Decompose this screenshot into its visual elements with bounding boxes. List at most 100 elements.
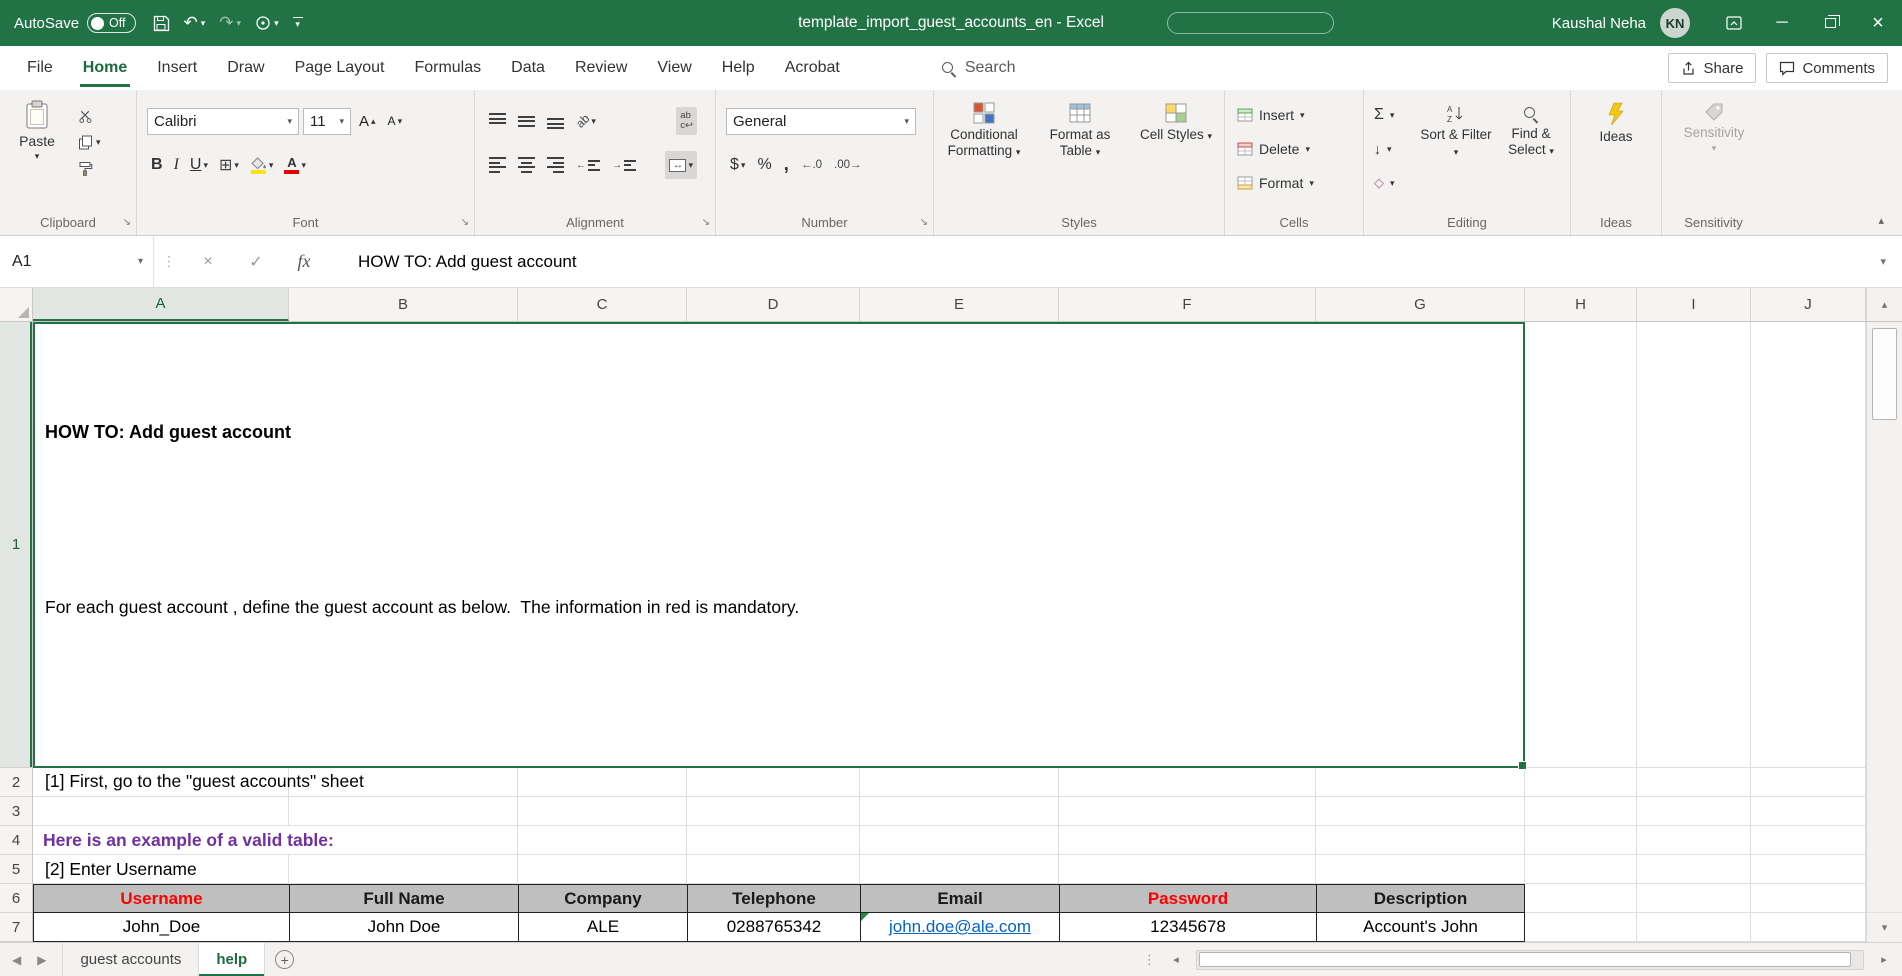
column-header-d[interactable]: D xyxy=(687,288,860,321)
tab-home[interactable]: Home xyxy=(68,46,142,90)
cell[interactable] xyxy=(1751,855,1866,884)
name-box[interactable]: A1 ▾ xyxy=(0,236,154,287)
redo-button[interactable]: ↷ ▾ xyxy=(214,7,246,39)
column-header-g[interactable]: G xyxy=(1316,288,1525,321)
tab-formulas[interactable]: Formulas xyxy=(399,46,496,90)
cell[interactable] xyxy=(1637,884,1751,913)
bottom-align-button[interactable] xyxy=(543,107,568,135)
cell-styles-button[interactable]: Cell Styles ▾ xyxy=(1130,102,1222,143)
tab-splitter-handle[interactable]: ⋮ xyxy=(1143,952,1156,968)
italic-button[interactable]: I xyxy=(170,151,183,179)
ideas-button[interactable]: Ideas xyxy=(1581,102,1651,145)
find-select-button[interactable]: Find & Select ▾ xyxy=(1496,106,1566,158)
comments-button[interactable]: Comments xyxy=(1766,53,1888,83)
row-header-4[interactable]: 4 xyxy=(0,826,32,855)
table-cell-company[interactable]: ALE xyxy=(518,913,687,942)
horizontal-scrollbar[interactable] xyxy=(1196,950,1864,970)
accounting-format-button[interactable]: $ ▾ xyxy=(726,151,749,179)
merge-center-button[interactable]: ↔ ▾ xyxy=(665,151,697,179)
tab-review[interactable]: Review xyxy=(560,46,642,90)
tab-page-layout[interactable]: Page Layout xyxy=(280,46,400,90)
column-header-b[interactable]: B xyxy=(289,288,518,321)
share-button[interactable]: Share xyxy=(1668,53,1756,83)
orientation-button[interactable]: ab ▾ xyxy=(572,107,600,135)
row-header-7[interactable]: 7 xyxy=(0,913,32,942)
search-box[interactable]: Search xyxy=(941,59,1016,77)
sheet-tab-help[interactable]: help xyxy=(199,943,265,976)
format-cells-button[interactable]: Format ▾ xyxy=(1237,170,1314,196)
cell[interactable] xyxy=(1525,884,1637,913)
next-sheet-button[interactable]: ▶ xyxy=(37,953,46,967)
column-header-i[interactable]: I xyxy=(1637,288,1751,321)
horizontal-scrollbar-thumb[interactable] xyxy=(1199,952,1851,967)
row-header-3[interactable]: 3 xyxy=(0,797,32,826)
delete-cells-button[interactable]: Delete ▾ xyxy=(1237,136,1310,162)
fill-color-button[interactable]: ▾ xyxy=(246,151,278,179)
tab-draw[interactable]: Draw xyxy=(212,46,279,90)
column-header-e[interactable]: E xyxy=(860,288,1059,321)
row-header-6[interactable]: 6 xyxy=(0,884,32,913)
touch-mode-button[interactable]: ▾ xyxy=(250,7,284,39)
font-color-button[interactable]: A ▾ xyxy=(280,151,310,179)
row-header-1[interactable]: 1 xyxy=(0,322,32,768)
tab-view[interactable]: View xyxy=(642,46,706,90)
cut-button[interactable] xyxy=(78,106,101,126)
tab-file[interactable]: File xyxy=(12,46,68,90)
table-cell-email[interactable]: john.doe@ale.com xyxy=(860,913,1059,942)
fill-button[interactable]: ↓ ▾ xyxy=(1374,136,1392,162)
vertical-scrollbar-thumb[interactable] xyxy=(1872,328,1897,420)
minimize-button[interactable]: ─ xyxy=(1758,0,1806,46)
restore-button[interactable] xyxy=(1806,0,1854,46)
borders-button[interactable]: ⊞ ▾ xyxy=(215,151,243,179)
table-cell-username[interactable]: John_Doe xyxy=(33,913,289,942)
cell[interactable] xyxy=(1637,322,1751,768)
undo-button[interactable]: ↶ ▾ xyxy=(179,7,211,39)
table-cell-password[interactable]: 12345678 xyxy=(1059,913,1316,942)
align-left-button[interactable] xyxy=(485,151,510,179)
column-header-j[interactable]: J xyxy=(1751,288,1866,321)
row-header-2[interactable]: 2 xyxy=(0,768,32,797)
middle-align-button[interactable] xyxy=(514,107,539,135)
cell[interactable] xyxy=(1751,913,1866,942)
cell[interactable] xyxy=(1751,768,1866,797)
cell[interactable] xyxy=(1751,322,1866,768)
align-right-button[interactable] xyxy=(543,151,568,179)
cell[interactable] xyxy=(1637,855,1751,884)
column-header-f[interactable]: F xyxy=(1059,288,1316,321)
formula-input[interactable]: HOW TO: Add guest account xyxy=(358,252,577,272)
sheet-tab-guest-accounts[interactable]: guest accounts xyxy=(62,943,199,976)
number-format-combo[interactable]: General ▾ xyxy=(726,108,916,135)
titlebar-search-pill[interactable] xyxy=(1167,12,1334,34)
increase-font-size-button[interactable]: A ▴ xyxy=(355,107,380,135)
decrease-decimal-button[interactable]: .00→ xyxy=(830,151,866,179)
cell[interactable] xyxy=(1751,797,1866,826)
percent-style-button[interactable]: % xyxy=(753,151,775,179)
cell[interactable] xyxy=(1525,768,1637,797)
cell[interactable] xyxy=(1751,826,1866,855)
column-header-c[interactable]: C xyxy=(518,288,687,321)
tab-help[interactable]: Help xyxy=(707,46,770,90)
expand-formula-bar-button[interactable]: ▾ xyxy=(1880,255,1902,268)
scroll-down-button[interactable]: ▾ xyxy=(1867,912,1902,942)
account-name[interactable]: Kaushal Neha xyxy=(1552,15,1646,32)
clear-button[interactable]: ◇ ▾ xyxy=(1374,170,1395,196)
cell[interactable] xyxy=(1637,797,1751,826)
decrease-font-size-button[interactable]: A ▾ xyxy=(384,107,407,135)
row-header-5[interactable]: 5 xyxy=(0,855,32,884)
table-cell-description[interactable]: Account's John xyxy=(1316,913,1525,942)
comma-style-button[interactable]: , xyxy=(780,151,793,179)
cancel-entry-button[interactable]: × xyxy=(184,236,232,287)
wrap-text-button[interactable]: abc↩ xyxy=(676,107,697,135)
cell[interactable] xyxy=(1637,826,1751,855)
avatar[interactable]: KN xyxy=(1660,8,1690,38)
conditional-formatting-button[interactable]: Conditional Formatting ▾ xyxy=(938,102,1030,159)
collapse-ribbon-button[interactable]: ▴ xyxy=(1878,214,1884,227)
cell[interactable] xyxy=(1637,913,1751,942)
column-header-a[interactable]: A xyxy=(33,288,289,321)
font-name-combo[interactable]: Calibri ▾ xyxy=(147,108,299,135)
vertical-scrollbar[interactable]: ▾ xyxy=(1866,322,1902,942)
autosave-pill[interactable]: Off xyxy=(87,13,135,33)
ribbon-display-options-button[interactable] xyxy=(1710,0,1758,46)
cell[interactable] xyxy=(1525,913,1637,942)
confirm-entry-button[interactable]: ✓ xyxy=(232,236,280,287)
